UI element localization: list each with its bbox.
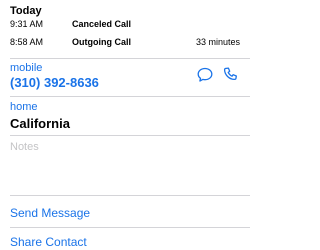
call-time: 9:31 AM [10,19,44,29]
call-history-title: Today [10,5,42,17]
send-message-button[interactable]: Send Message [10,205,90,221]
divider [10,135,250,136]
speech-bubble-icon [197,67,213,82]
divider [10,195,250,196]
message-icon[interactable] [196,66,214,84]
call-time: 8:58 AM [10,37,44,47]
divider [10,58,250,59]
call-type: Outgoing Call [72,37,131,47]
divider [10,96,250,97]
phone-number-link[interactable]: (310) 392-8636 [10,74,99,91]
call-duration: 33 minutes [195,37,240,47]
call-type: Canceled Call [72,19,132,29]
notes-field[interactable] [10,140,240,190]
contact-detail-screen: Today 9:31 AM Canceled Call 8:58 AM Outg… [0,0,250,250]
call-history-row: 9:31 AM Canceled Call [0,17,250,31]
address-label: home [10,101,38,113]
divider [10,227,250,228]
phone-label: mobile [10,62,43,74]
call-icon[interactable] [222,66,240,84]
call-history-row: 8:58 AM Outgoing Call 33 minutes [0,35,250,49]
phone-handset-icon [223,67,237,81]
share-contact-button[interactable]: Share Contact [10,234,87,250]
address-value[interactable]: California [10,115,70,132]
